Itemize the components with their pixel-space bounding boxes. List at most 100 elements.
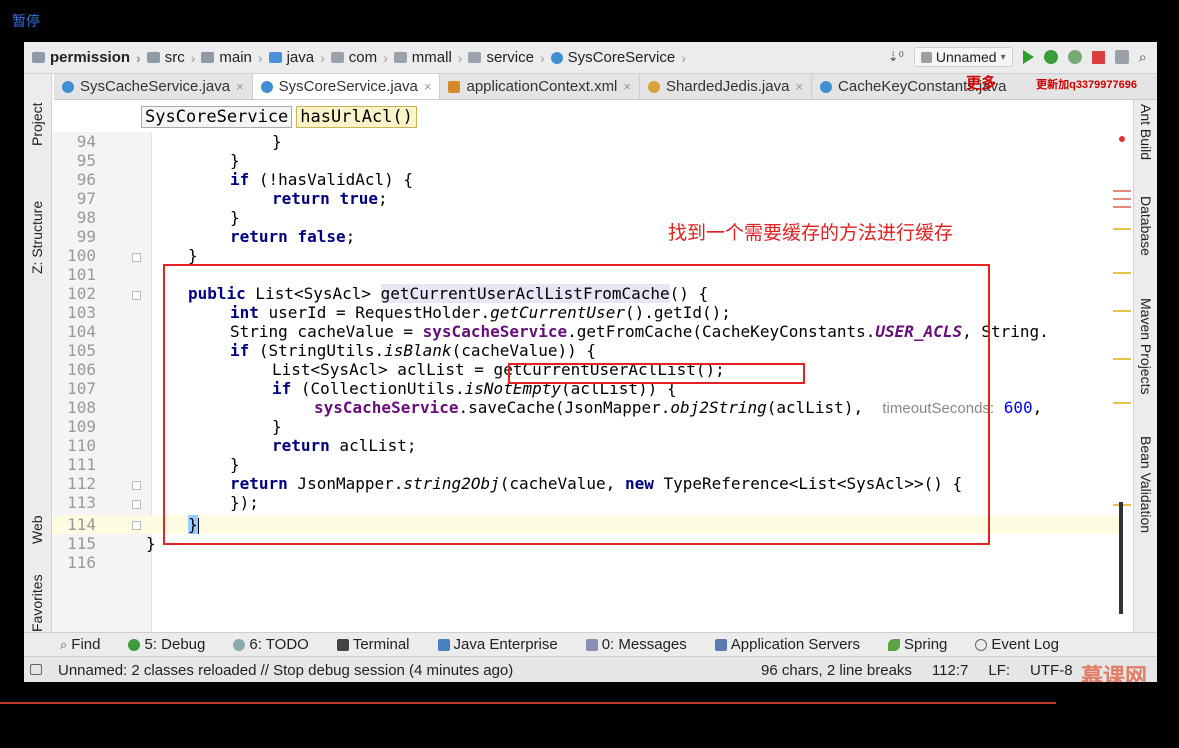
code-line: } bbox=[188, 246, 198, 265]
breadcrumb-item[interactable]: main › bbox=[201, 49, 263, 66]
run-icon[interactable] bbox=[1022, 50, 1034, 64]
caret-position[interactable]: 112:7 bbox=[932, 662, 968, 679]
tool-spring[interactable]: Spring bbox=[888, 636, 947, 653]
tool-ant-build[interactable]: Ant Build bbox=[1138, 104, 1154, 160]
folder-icon bbox=[201, 52, 215, 63]
fold-marker[interactable] bbox=[132, 521, 141, 530]
tool-bean-validation[interactable]: Bean Validation bbox=[1138, 436, 1154, 533]
info-mark bbox=[1113, 272, 1131, 274]
close-icon[interactable]: × bbox=[795, 79, 803, 94]
line-number: 96 bbox=[76, 170, 96, 189]
tool-java-enterprise[interactable]: Java Enterprise bbox=[437, 636, 558, 653]
fold-marker[interactable] bbox=[132, 291, 141, 300]
chevron-right-icon: › bbox=[190, 49, 196, 66]
folder-icon bbox=[268, 52, 282, 63]
tab-shardedjedis[interactable]: ShardedJedis.java × bbox=[640, 74, 813, 99]
line-number: 102 bbox=[67, 284, 96, 303]
close-icon[interactable]: × bbox=[236, 79, 244, 94]
error-stripe[interactable] bbox=[1111, 132, 1131, 632]
class-icon bbox=[550, 51, 563, 64]
line-number: 116 bbox=[67, 553, 96, 572]
close-icon[interactable]: × bbox=[424, 79, 432, 94]
fold-marker[interactable] bbox=[132, 481, 141, 490]
line-number: 104 bbox=[67, 322, 96, 341]
error-mark bbox=[1119, 136, 1125, 142]
warning-mark bbox=[1113, 206, 1131, 208]
breadcrumb-item[interactable]: java › bbox=[268, 49, 325, 66]
breadcrumb-item[interactable]: mmall › bbox=[393, 49, 462, 66]
toolbar-right: ⇣⁰ Unnamed ▾ ⌕ bbox=[888, 47, 1147, 67]
debug-icon bbox=[128, 638, 141, 651]
tool-messages[interactable]: 0: Messages bbox=[585, 636, 687, 653]
chevron-right-icon: › bbox=[257, 49, 263, 66]
tool-find[interactable]: ⌕ Find bbox=[60, 636, 100, 653]
breadcrumb-item[interactable]: SysCoreService › bbox=[550, 49, 686, 66]
info-mark bbox=[1113, 310, 1131, 312]
annotation-box-call bbox=[508, 363, 805, 384]
brand-logo: 慕课网 bbox=[1080, 664, 1147, 682]
tool-terminal[interactable]: Terminal bbox=[336, 636, 410, 653]
line-number: 101 bbox=[67, 265, 96, 284]
build-icon[interactable]: ⇣⁰ bbox=[888, 49, 904, 65]
fold-marker[interactable] bbox=[132, 500, 141, 509]
folder-icon bbox=[146, 52, 160, 63]
tool-debug[interactable]: 5: Debug bbox=[128, 636, 205, 653]
tool-favorites[interactable]: Favorites bbox=[29, 574, 45, 632]
line-number: 106 bbox=[67, 360, 96, 379]
watermark: 更多 更新加q3379977696 bbox=[966, 75, 1137, 92]
pause-label[interactable]: 暂停 bbox=[12, 11, 40, 31]
status-message[interactable]: Unnamed: 2 classes reloaded // Stop debu… bbox=[58, 662, 513, 679]
package-icon bbox=[393, 52, 407, 63]
info-mark bbox=[1113, 402, 1131, 404]
tool-windows-icon[interactable] bbox=[30, 664, 42, 675]
chevron-right-icon: › bbox=[383, 49, 388, 66]
line-number: 103 bbox=[67, 303, 96, 322]
method-breadcrumb-method[interactable]: hasUrlAcl() bbox=[296, 106, 417, 128]
breadcrumb-item[interactable]: src › bbox=[146, 49, 196, 66]
folder-icon bbox=[32, 52, 45, 63]
line-number: 115 bbox=[67, 534, 96, 553]
run-config-select[interactable]: Unnamed ▾ bbox=[913, 47, 1013, 67]
chevron-right-icon: › bbox=[539, 49, 545, 66]
line-number: 108 bbox=[67, 398, 96, 417]
tab-syscoreservice[interactable]: SysCoreService.java × bbox=[252, 74, 441, 99]
breadcrumb-item[interactable]: service › bbox=[468, 49, 545, 66]
navigation-bar: permission › src › main › java › com › mmall ›… bbox=[24, 42, 1157, 74]
method-breadcrumb: SysCoreService hasUrlAcl() bbox=[141, 106, 417, 128]
messages-icon bbox=[585, 638, 598, 651]
xml-icon bbox=[448, 80, 461, 93]
video-progress-bar[interactable] bbox=[0, 702, 1056, 704]
line-separator[interactable]: LF: bbox=[988, 662, 1010, 679]
scroll-thumb[interactable] bbox=[1119, 502, 1123, 614]
line-number: 99 bbox=[76, 227, 96, 246]
debug-icon[interactable] bbox=[1043, 50, 1058, 64]
line-number: 107 bbox=[67, 379, 96, 398]
chevron-right-icon: › bbox=[681, 49, 686, 66]
tool-database[interactable]: Database bbox=[1138, 196, 1154, 256]
annotation-box-method bbox=[163, 264, 990, 545]
coverage-icon[interactable] bbox=[1067, 50, 1082, 64]
project-structure-icon[interactable] bbox=[1114, 50, 1129, 64]
code-line: if (!hasValidAcl) { bbox=[230, 170, 414, 189]
breadcrumb-item[interactable]: com › bbox=[330, 49, 388, 66]
fold-marker[interactable] bbox=[132, 253, 141, 262]
line-number: 105 bbox=[67, 341, 96, 360]
tool-event-log[interactable]: Event Log bbox=[975, 636, 1059, 653]
line-number: 114 bbox=[67, 515, 96, 534]
close-icon[interactable]: × bbox=[623, 79, 631, 94]
method-breadcrumb-class[interactable]: SysCoreService bbox=[141, 106, 293, 128]
line-number: 110 bbox=[67, 436, 96, 455]
breadcrumb-item[interactable]: permission › bbox=[32, 49, 141, 66]
tool-todo[interactable]: 6: TODO bbox=[233, 636, 309, 653]
selection-info: 96 chars, 2 line breaks bbox=[761, 662, 912, 679]
status-bar: Unnamed: 2 classes reloaded // Stop debu… bbox=[24, 656, 1157, 682]
line-number: 112 bbox=[67, 474, 96, 493]
tab-syscacheservice[interactable]: SysCacheService.java × bbox=[54, 74, 253, 99]
stop-icon[interactable] bbox=[1091, 50, 1105, 64]
line-number: 95 bbox=[76, 151, 96, 170]
search-icon[interactable]: ⌕ bbox=[1139, 49, 1147, 66]
file-encoding[interactable]: UTF-8 bbox=[1030, 662, 1073, 679]
tool-application-servers[interactable]: Application Servers bbox=[714, 636, 860, 653]
tool-maven-projects[interactable]: Maven Projects bbox=[1138, 298, 1154, 394]
tab-applicationcontext[interactable]: applicationContext.xml × bbox=[440, 74, 640, 99]
